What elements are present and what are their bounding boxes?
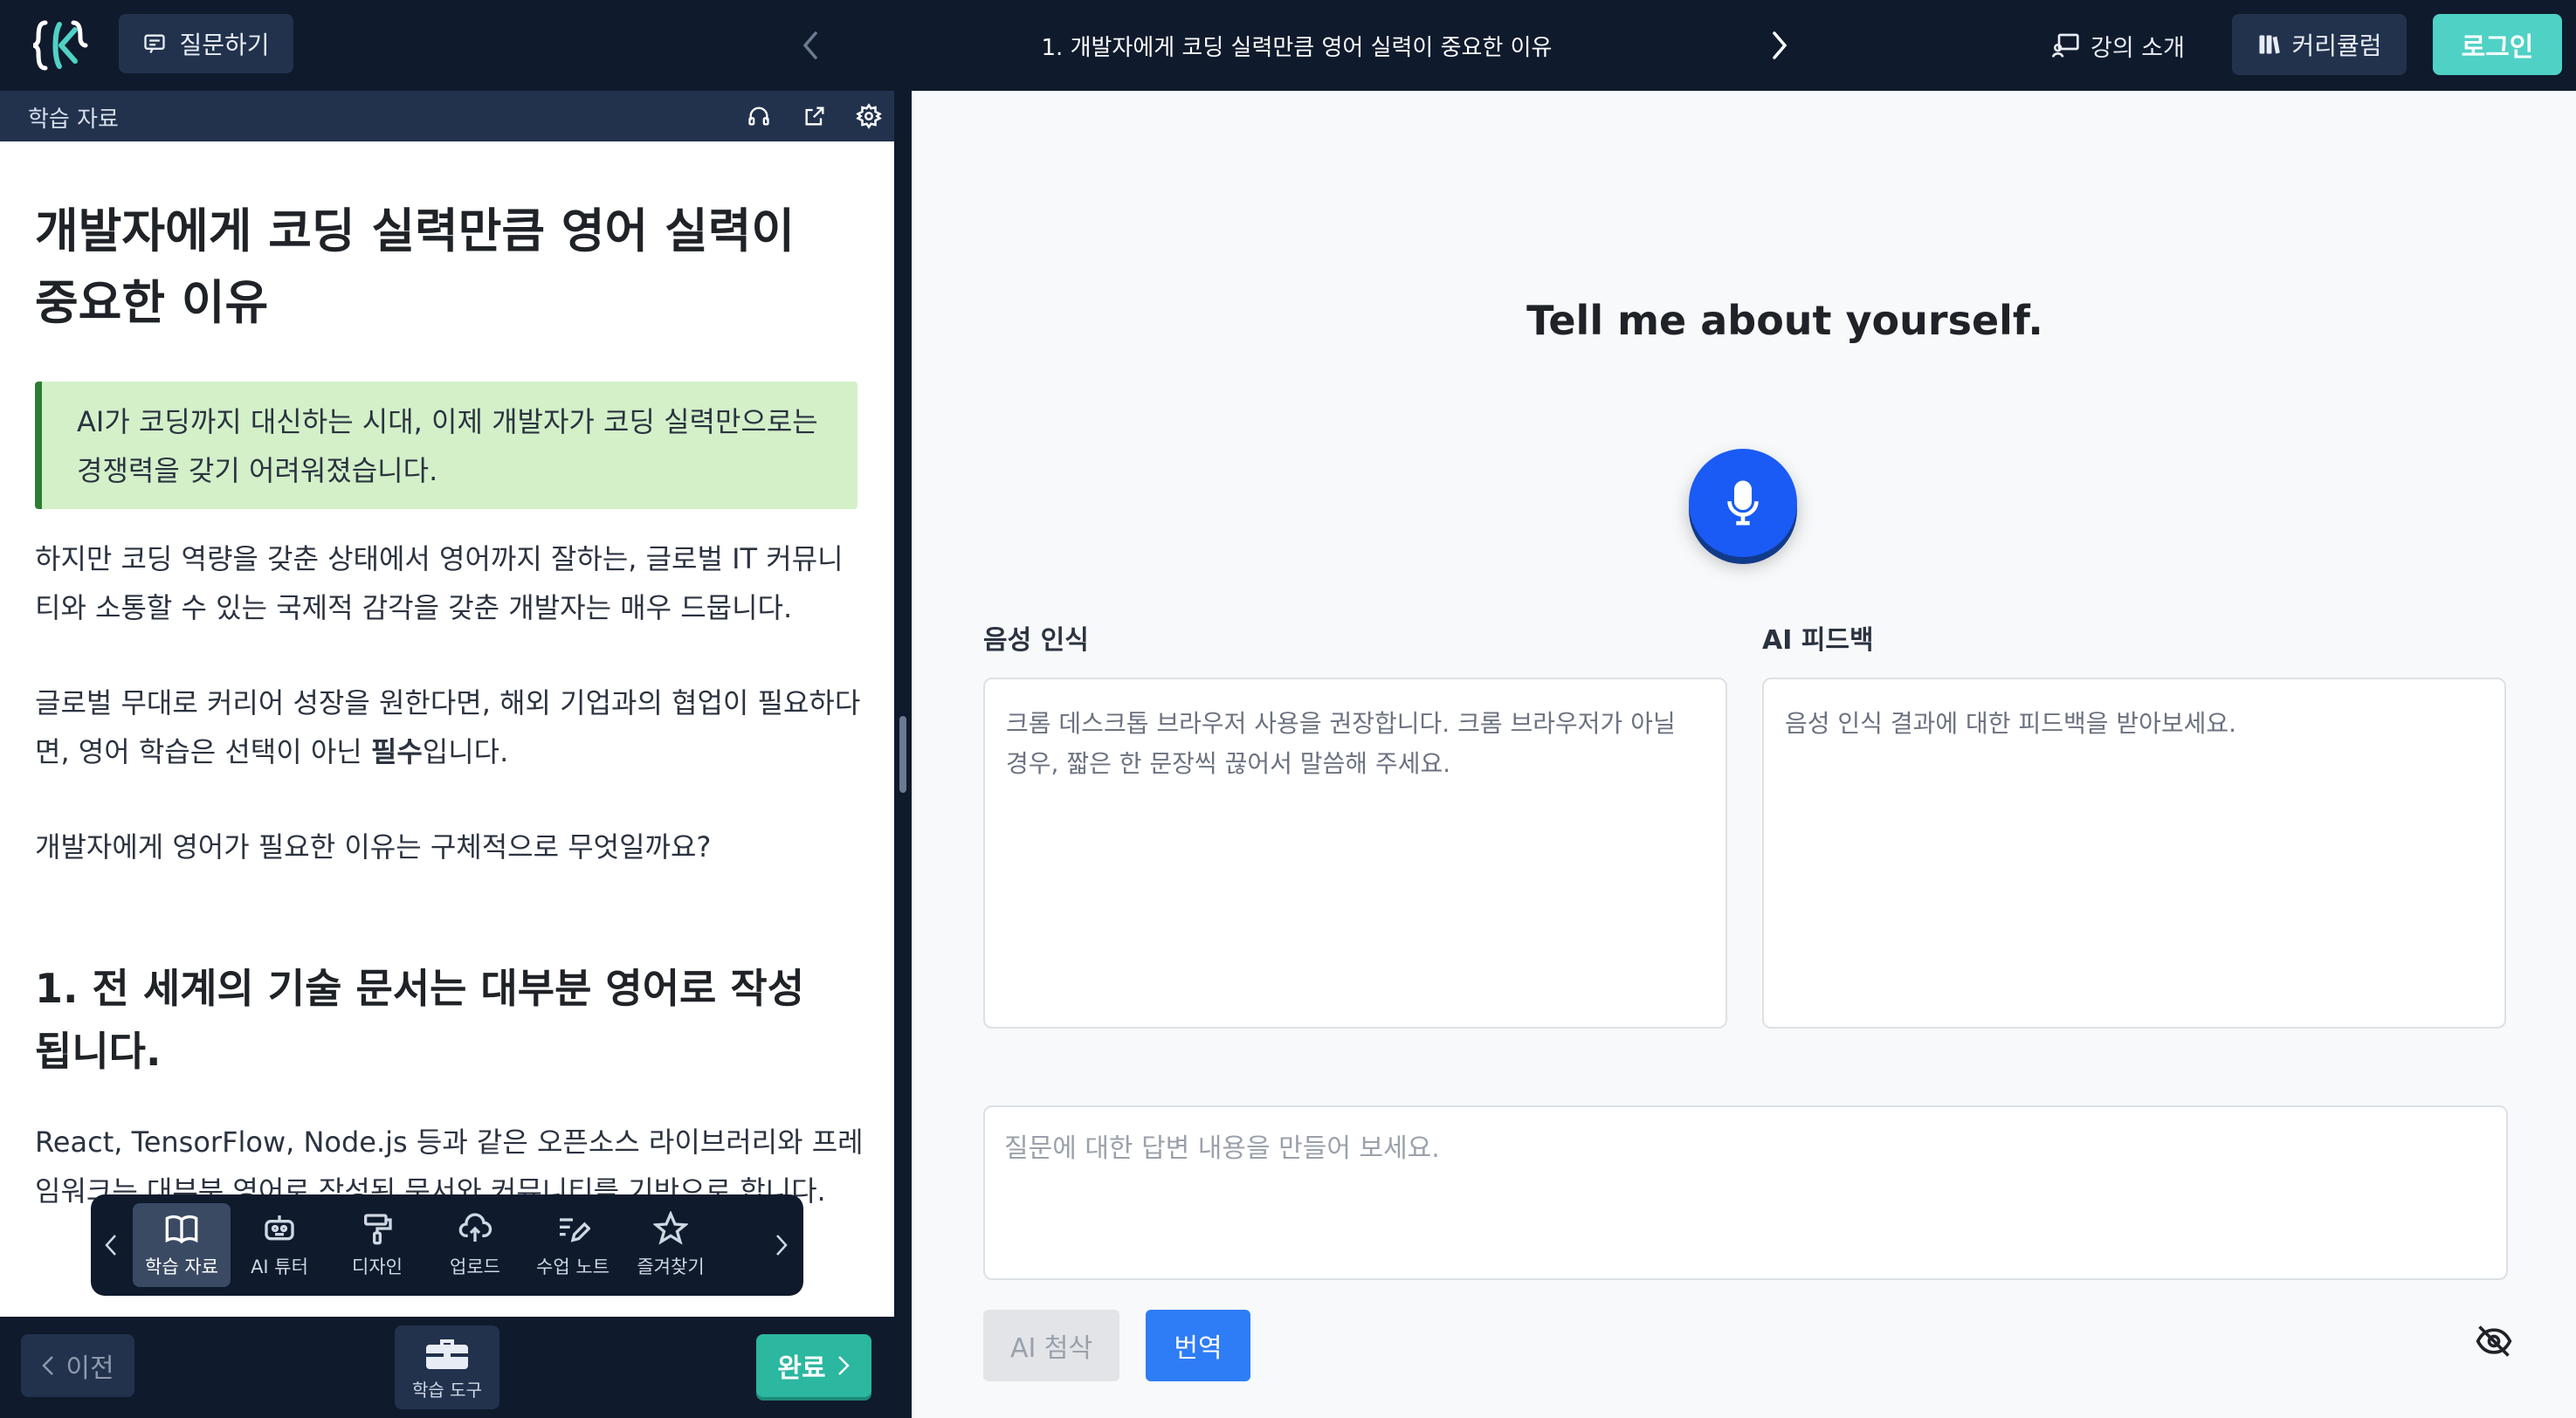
learning-material-panel: 학습 자료 개발자에게 코딩 실력만큼 영어 실력이 중요한 이유 AI가 코딩…	[0, 91, 894, 1418]
panel-header: 학습 자료	[0, 91, 894, 141]
ai-feedback-label: AI 피드백	[1762, 625, 1874, 656]
highlight-callout: AI가 코딩까지 대신하는 시대, 이제 개발자가 코딩 실력만으로는 경쟁력을…	[35, 382, 858, 509]
chevron-left-icon	[42, 1356, 54, 1375]
paragraph-1: 하지만 코딩 역량을 갖춘 상태에서 영어까지 잘하는, 글로벌 IT 커뮤니티…	[35, 542, 844, 624]
toolbar-label: AI 튜터	[251, 1256, 308, 1277]
cloud-upload-icon	[458, 1213, 492, 1242]
headphones-icon[interactable]	[744, 101, 774, 131]
hide-eye-toggle[interactable]	[2469, 1317, 2518, 1366]
ask-question-label: 질문하기	[179, 31, 270, 59]
toolbar-ai-tutor[interactable]: AI 튜터	[231, 1203, 328, 1287]
toolbar-label: 수업 노트	[536, 1256, 610, 1277]
chevron-left-icon	[105, 1235, 116, 1256]
speech-recognition-box[interactable]: 크롬 데스크톱 브라우저 사용을 권장합니다. 크롬 브라우저가 아닐 경우, …	[983, 678, 1727, 1029]
toolbar-class-notes[interactable]: 수업 노트	[524, 1203, 622, 1287]
prev-button[interactable]: 이전	[21, 1334, 134, 1397]
ask-question-button[interactable]: 질문하기	[119, 14, 293, 73]
course-intro-button[interactable]: 강의 소개	[2052, 21, 2209, 70]
top-bar: 질문하기 1. 개발자에게 코딩 실력만큼 영어 실력이 중요한 이유 강의 소…	[0, 0, 2576, 91]
note-pen-icon	[560, 1218, 590, 1242]
paint-roller-icon	[364, 1214, 392, 1245]
learning-tools-button[interactable]: 학습 도구	[395, 1325, 499, 1409]
robot-icon	[265, 1215, 294, 1241]
toolbar-label: 디자인	[352, 1256, 403, 1277]
presentation-icon	[2052, 33, 2079, 58]
external-link-icon[interactable]	[800, 101, 830, 131]
complete-label: 완료	[777, 1353, 826, 1384]
toolbar-favorites[interactable]: 즐겨찾기	[622, 1203, 720, 1287]
chevron-right-icon	[776, 1235, 788, 1256]
prev-lesson-arrow[interactable]	[793, 26, 828, 65]
star-icon	[653, 1211, 688, 1245]
toolbar-scroll-left[interactable]	[100, 1229, 122, 1261]
curriculum-button[interactable]: 커리큘럼	[2232, 14, 2407, 75]
translate-button[interactable]: 번역	[1146, 1310, 1250, 1381]
paragraph-3: 개발자에게 영어가 필요한 이유는 구체적으로 무엇일까요?	[35, 830, 712, 864]
toolbar-design[interactable]: 디자인	[328, 1203, 426, 1287]
toolbar-label: 업로드	[450, 1256, 500, 1277]
answer-textarea[interactable]: 질문에 대한 답변 내용을 만들어 보세요.	[983, 1105, 2508, 1280]
learning-toolbar: 학습 자료 AI 튜터 디자인 업로드 수업 노트 즐겨찾기	[91, 1194, 803, 1296]
chat-icon	[144, 34, 166, 54]
curriculum-label: 커리큘럼	[2291, 31, 2382, 60]
settings-gear-icon[interactable]	[854, 101, 884, 131]
books-icon	[2259, 35, 2281, 54]
toolbar-label: 학습 자료	[145, 1256, 218, 1277]
microphone-button[interactable]	[1689, 449, 1797, 557]
complete-button[interactable]: 완료	[756, 1334, 871, 1397]
logo-icon[interactable]	[30, 16, 89, 75]
book-icon	[165, 1215, 198, 1244]
toolbar-scroll-right[interactable]	[770, 1229, 793, 1261]
lesson-heading: 개발자에게 코딩 실력만큼 영어 실력이 중요한 이유	[35, 203, 796, 330]
prev-label: 이전	[65, 1353, 114, 1384]
toolbar-label: 즐겨찾기	[637, 1256, 705, 1277]
panel-title: 학습 자료	[28, 107, 119, 133]
microphone-icon	[1727, 480, 1759, 526]
resize-handle[interactable]	[899, 716, 906, 793]
speech-recognition-label: 음성 인식	[983, 625, 1089, 656]
paragraph-2-bold: 필수	[370, 735, 423, 768]
bottom-nav-bar: 이전 학습 도구 완료	[0, 1317, 894, 1418]
speaking-practice-panel: Tell me about yourself. 음성 인식 AI 피드백 크롬 …	[912, 91, 2576, 1418]
login-button[interactable]: 로그인	[2433, 14, 2562, 75]
section-heading: 1. 전 세계의 기술 문서는 대부분 영어로 작성됩니다.	[35, 965, 805, 1075]
chevron-right-icon	[1773, 31, 1787, 59]
paragraph-2: 글로벌 무대로 커리어 성장을 원한다면, 해외 기업과의 협업이 필요하다면,…	[35, 678, 864, 776]
chevron-left-icon	[802, 31, 817, 59]
toolbar-upload[interactable]: 업로드	[426, 1203, 524, 1287]
paragraph-2-text-b: 입니다.	[422, 735, 509, 768]
next-lesson-arrow[interactable]	[1762, 24, 1797, 66]
toolbar-learning-material[interactable]: 학습 자료	[133, 1203, 231, 1287]
toolbox-icon	[424, 1339, 470, 1369]
course-intro-label: 강의 소개	[2090, 34, 2185, 62]
eye-off-icon	[2476, 1325, 2512, 1357]
ai-review-button[interactable]: AI 첨삭	[983, 1310, 1119, 1381]
lesson-title: 1. 개발자에게 코딩 실력만큼 영어 실력이 중요한 이유	[1041, 34, 1553, 61]
practice-question: Tell me about yourself.	[1526, 297, 2043, 344]
lesson-content: 개발자에게 코딩 실력만큼 영어 실력이 중요한 이유 AI가 코딩까지 대신하…	[35, 141, 864, 1364]
learning-tools-label: 학습 도구	[412, 1379, 482, 1401]
ai-feedback-box: 음성 인식 결과에 대한 피드백을 받아보세요.	[1762, 678, 2506, 1029]
chevron-right-icon	[837, 1356, 850, 1375]
